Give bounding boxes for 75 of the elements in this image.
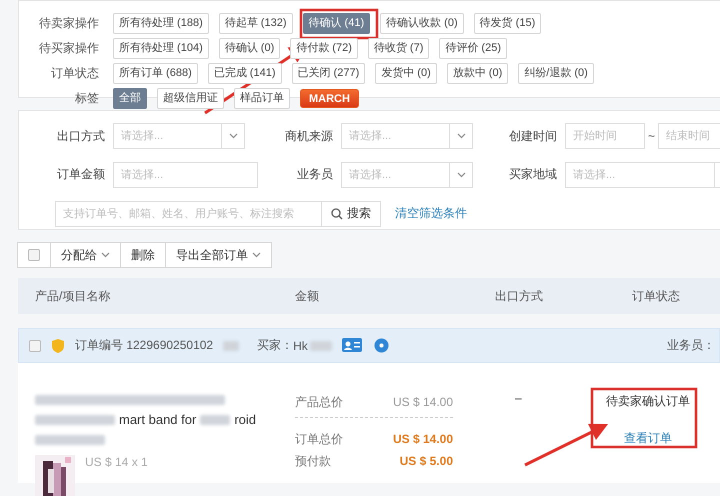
buyer-label: 买家：: [257, 337, 294, 354]
select-field[interactable]: 请选择...: [341, 162, 473, 188]
column-header: 出口方式: [495, 288, 544, 304]
filter-chip[interactable]: 发货中 (0): [375, 63, 437, 84]
unit-price: US $ 14 x 1: [85, 455, 148, 471]
redaction-drawing: [310, 340, 332, 350]
search-icon: [331, 208, 343, 220]
toolbar-button[interactable]: 分配给: [50, 242, 121, 268]
filter-chip[interactable]: 待收货 (7): [368, 38, 430, 59]
buyer-name: Hk: [293, 338, 308, 352]
filter-chip[interactable]: 已关闭 (277): [292, 63, 366, 84]
toolbar-button[interactable]: 导出全部订单: [165, 242, 272, 268]
chevron-down-icon: [456, 133, 466, 140]
product-title: roid: [234, 412, 256, 427]
select-field[interactable]: 请选择...: [113, 123, 245, 150]
checkbox[interactable]: [28, 249, 40, 261]
filter-chip[interactable]: 所有待处理 (188): [113, 13, 209, 34]
date-field[interactable]: 开始时间: [565, 123, 645, 150]
amount-value: US $ 14.00: [392, 395, 453, 409]
filter-chip[interactable]: 超级信用证: [157, 88, 224, 109]
filter-chip[interactable]: 纠纷/退款 (0): [518, 63, 594, 84]
filter-chip[interactable]: 待评价 (25): [439, 38, 507, 59]
amount-label: 订单总价: [295, 430, 343, 448]
filter-chip[interactable]: 所有待处理 (104): [113, 38, 209, 59]
filter-label: 待买家操作: [38, 40, 99, 57]
input-field[interactable]: 请选择...: [113, 162, 258, 188]
redaction-drawing: [223, 340, 240, 350]
product-title: mart band for: [119, 412, 196, 427]
filter-chip[interactable]: 待付款 (72): [290, 38, 358, 59]
range-separator: ~: [648, 129, 656, 144]
view-order-link[interactable]: 查看订单: [624, 430, 672, 447]
filter-label: 订单状态: [50, 65, 99, 82]
amount-label: 产品总价: [295, 394, 343, 410]
filter-label: 标签: [74, 90, 99, 107]
field-label: 业务员: [296, 166, 334, 184]
filter-chip[interactable]: 待确认 (0): [218, 38, 280, 59]
filter-chip[interactable]: 待确认收款 (0): [380, 13, 464, 34]
filter-chip[interactable]: 待起草 (132): [218, 13, 292, 34]
select-field[interactable]: 请选择...: [565, 162, 720, 188]
column-header: 订单状态: [632, 288, 681, 304]
date-field[interactable]: 结束时间: [658, 123, 720, 150]
amount-value: US $ 14.00: [392, 432, 453, 446]
field-label: 商机来源: [284, 128, 334, 145]
tag-badge[interactable]: MARCH: [300, 89, 359, 108]
select-field[interactable]: 请选择...: [341, 123, 473, 150]
filter-chip[interactable]: 待发货 (15): [474, 13, 542, 34]
column-header: 金额: [295, 288, 320, 304]
filter-chip[interactable]: 已完成 (141): [208, 63, 282, 84]
shield-icon: [51, 338, 65, 354]
field-label: 创建时间: [508, 128, 558, 145]
redaction-drawing: [200, 414, 230, 424]
agent-label: 业务员：: [667, 337, 716, 354]
clear-filters-link[interactable]: 清空筛选条件: [395, 205, 467, 222]
order-status: 待卖家确认订单: [606, 393, 690, 410]
filter-label: 待卖家操作: [38, 15, 99, 32]
amount-value: US $ 5.00: [400, 454, 453, 468]
redaction-drawing: [35, 434, 105, 444]
filter-chip[interactable]: 所有订单 (688): [113, 63, 198, 84]
filter-chip[interactable]: 样品订单: [234, 88, 290, 109]
filter-chip[interactable]: 待确认 (41): [302, 13, 370, 34]
column-header: 产品/项目名称: [35, 288, 112, 304]
toolbar-button[interactable]: 删除: [120, 242, 166, 268]
order-number: 订单编号 1229690250102: [75, 337, 214, 354]
field-label: 出口方式: [56, 128, 106, 145]
filter-chip[interactable]: 放款中 (0): [446, 63, 508, 84]
contact-card-icon[interactable]: [342, 338, 364, 354]
chevron-down-icon: [456, 172, 466, 178]
search-bar[interactable]: 支持订单号、邮箱、姓名、用户账号、标注搜索 搜索: [55, 200, 381, 227]
export-method: –: [515, 391, 522, 405]
field-label: 买家地域: [508, 166, 558, 184]
amount-label: 预付款: [295, 452, 331, 470]
filter-chip[interactable]: 全部: [113, 88, 147, 109]
chevron-down-icon: [228, 133, 238, 140]
checkbox[interactable]: [29, 340, 41, 352]
field-label: 订单金额: [56, 166, 106, 184]
